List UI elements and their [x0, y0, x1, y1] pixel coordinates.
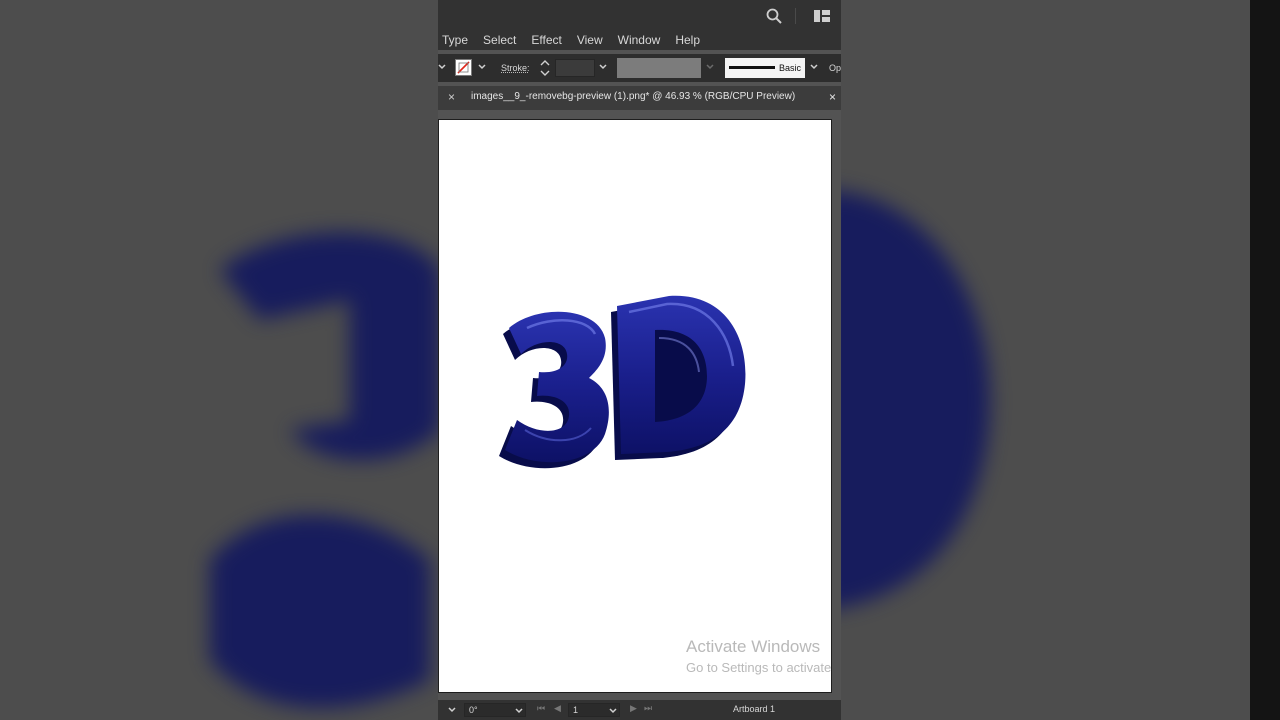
status-bar: 0° ⏮ ◀ 1 ▶ ⏭ Artboard 1	[438, 700, 841, 720]
chevron-down-icon[interactable]	[448, 706, 456, 714]
close-icon[interactable]: ×	[448, 90, 455, 104]
chevron-down-icon	[609, 708, 617, 714]
activate-windows-watermark: Activate Windows Go to Settings to activ…	[686, 637, 831, 675]
opacity-label[interactable]: Op	[829, 63, 841, 73]
document-tab-bar: × images__9_-removebg-preview (1).png* @…	[438, 86, 841, 110]
control-bar: Stroke: Basic Op	[438, 54, 841, 82]
menu-window[interactable]: Window	[618, 33, 661, 47]
chevron-down-icon	[515, 708, 523, 714]
document-tab-title[interactable]: images__9_-removebg-preview (1).png* @ 4…	[471, 91, 795, 102]
last-artboard-icon[interactable]: ⏭	[644, 703, 652, 714]
right-edge-shadow	[1250, 0, 1280, 720]
artboard-number: 1	[573, 705, 579, 715]
menu-effect[interactable]: Effect	[531, 33, 561, 47]
menu-help[interactable]: Help	[675, 33, 700, 47]
rotation-dropdown[interactable]: 0°	[464, 703, 526, 717]
3d-text-artwork[interactable]	[497, 288, 757, 488]
illustrator-window: Type Select Effect View Window Help Stro…	[438, 0, 841, 720]
canvas-area[interactable]: Activate Windows Go to Settings to activ…	[438, 110, 841, 700]
menu-bar: Type Select Effect View Window Help	[438, 30, 841, 50]
chevron-down-icon	[706, 64, 714, 70]
chevron-down-icon[interactable]	[599, 63, 607, 71]
stroke-label[interactable]: Stroke:	[501, 63, 530, 73]
artboard-number-dropdown[interactable]: 1	[568, 703, 620, 717]
title-bar	[438, 0, 841, 30]
chevron-down-icon[interactable]	[478, 63, 486, 71]
chevron-down-icon[interactable]	[438, 63, 446, 71]
workspace-switcher-icon[interactable]	[814, 10, 830, 22]
variable-width-profile[interactable]	[617, 58, 701, 78]
artboard[interactable]	[438, 119, 832, 693]
brush-stroke-preview	[729, 66, 775, 69]
first-artboard-icon[interactable]: ⏮	[537, 703, 545, 714]
stroke-weight-stepper[interactable]	[539, 59, 551, 77]
stroke-weight-field[interactable]	[555, 59, 595, 77]
artboard-name: Artboard 1	[733, 704, 776, 714]
search-icon[interactable]	[766, 8, 782, 24]
watermark-title: Activate Windows	[686, 637, 821, 656]
previous-artboard-icon[interactable]: ◀	[554, 703, 561, 714]
brush-name-label: Basic	[779, 63, 802, 73]
fill-none-swatch[interactable]	[455, 59, 472, 76]
close-icon[interactable]: ×	[829, 90, 836, 104]
title-bar-divider	[795, 8, 796, 24]
chevron-down-icon[interactable]	[810, 63, 818, 71]
next-artboard-icon[interactable]: ▶	[630, 703, 637, 714]
rotation-value: 0°	[469, 705, 478, 715]
none-slash-icon	[457, 61, 470, 74]
blurred-3d-right	[820, 190, 990, 610]
menu-type[interactable]: Type	[442, 33, 468, 47]
blurred-3d-left	[210, 232, 440, 708]
menu-view[interactable]: View	[577, 33, 603, 47]
brush-definition-field[interactable]: Basic	[725, 58, 805, 78]
menu-select[interactable]: Select	[483, 33, 516, 47]
watermark-subtitle: Go to Settings to activate	[686, 660, 832, 675]
